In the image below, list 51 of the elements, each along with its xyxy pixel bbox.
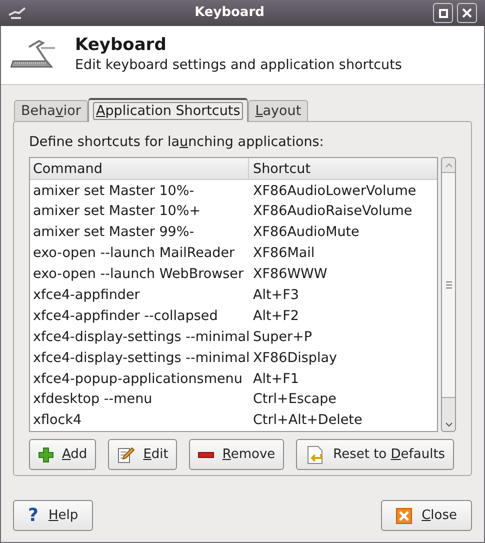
close-icon bbox=[396, 508, 412, 524]
table-cell-text: XF86Mail bbox=[252, 244, 316, 264]
table-cell-text: exo-open --launch MailReader bbox=[32, 244, 236, 264]
table-cell-text: Ctrl+Escape bbox=[252, 390, 338, 410]
minus-icon bbox=[198, 450, 214, 459]
instruction-text: Define shortcuts for launching applications: bbox=[29, 133, 325, 152]
question-mark-icon: ? bbox=[28, 506, 38, 524]
table-cell-text: xfce4-appfinder --collapsed bbox=[32, 306, 219, 326]
column-header[interactable]: Shortcut bbox=[249, 158, 438, 180]
pencil-note-icon bbox=[117, 446, 136, 464]
table-cell-text: xflock4 bbox=[32, 411, 83, 430]
table-cell-text: Alt+F2 bbox=[252, 306, 300, 326]
table-cell-text: XF86WWW bbox=[252, 265, 328, 284]
tab[interactable]: Layout bbox=[248, 100, 308, 121]
close-button[interactable]: Close bbox=[380, 500, 472, 531]
header-subtitle: Edit keyboard settings and application shortcuts bbox=[75, 56, 402, 75]
table-cell-text: xfdesktop --menu bbox=[32, 390, 154, 410]
tab[interactable]: Application Shortcuts bbox=[88, 98, 248, 122]
document-arrow-icon bbox=[305, 444, 326, 465]
table-cell-text: amixer set Master 10%- bbox=[32, 182, 196, 201]
plus-icon bbox=[38, 446, 54, 463]
table-cell-text: Alt+F1 bbox=[252, 370, 300, 389]
scrollbar[interactable] bbox=[441, 157, 456, 432]
table-cell-text: XF86AudioRaiseVolume bbox=[252, 202, 414, 222]
edit-button[interactable]: Edit bbox=[108, 439, 178, 470]
table-cell-text: Alt+F3 bbox=[252, 286, 300, 306]
table-cell-text: xfce4-appfinder bbox=[32, 286, 141, 306]
help-button[interactable]: ? Help bbox=[13, 500, 94, 531]
remove-button[interactable]: Remove bbox=[189, 439, 284, 470]
maximize-button[interactable] bbox=[433, 3, 453, 23]
close-icon bbox=[462, 8, 472, 18]
tab[interactable]: Behavior bbox=[14, 100, 88, 121]
column-header[interactable]: Command bbox=[30, 158, 249, 180]
table-cell-text: XF86AudioLowerVolume bbox=[252, 182, 418, 201]
reset-button[interactable]: Reset to Defaults bbox=[296, 439, 454, 470]
table-cell-text: xfce4-display-settings --minimal bbox=[32, 348, 249, 368]
window-title: Keyboard bbox=[194, 4, 266, 22]
table-cell-text: exo-open --launch WebBrowser bbox=[32, 265, 245, 284]
close-button[interactable] bbox=[457, 3, 477, 23]
add-button[interactable]: Add bbox=[29, 439, 96, 470]
table-cell-text: amixer set Master 99%- bbox=[32, 223, 196, 242]
scrollbar-thumb[interactable] bbox=[442, 172, 455, 398]
table-cell-text: XF86AudioMute bbox=[252, 223, 360, 242]
table-cell-text: xfce4-popup-applicationsmenu bbox=[32, 370, 244, 389]
chevron-down-icon[interactable] bbox=[444, 422, 453, 427]
table-cell-text: Ctrl+Alt+Delete bbox=[252, 411, 364, 430]
table-cell-text: amixer set Master 10%+ bbox=[32, 202, 202, 222]
table-cell-text: XF86Display bbox=[252, 348, 338, 368]
header-title: Keyboard bbox=[75, 34, 168, 55]
table-cell-text: Super+P bbox=[252, 328, 314, 347]
table-cell-text: xfce4-display-settings --minimal bbox=[32, 328, 249, 347]
